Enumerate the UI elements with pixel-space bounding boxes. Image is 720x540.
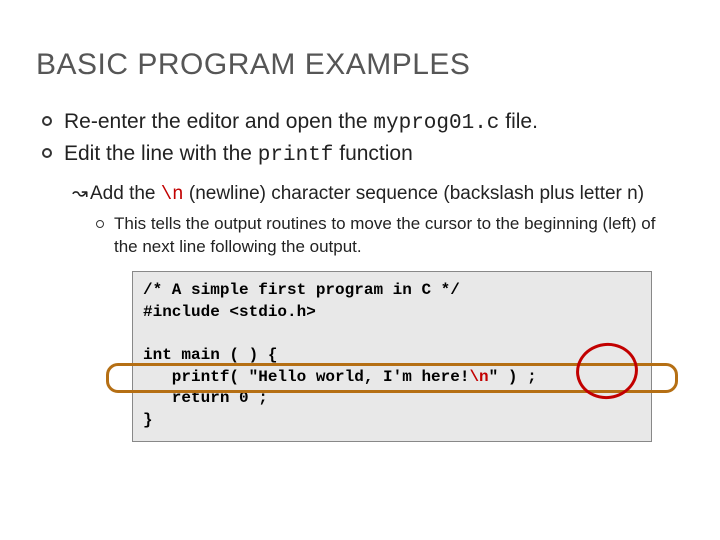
sub-bullet: ↝Add the \n (newline) character sequence…: [72, 181, 676, 208]
bullet-list-level3: This tells the output routines to move t…: [96, 213, 676, 259]
slide: BASIC PROGRAM EXAMPLES Re-enter the edit…: [0, 0, 720, 540]
code-line-2: #include <stdio.h>: [143, 303, 316, 321]
bullet-item-1: Re-enter the editor and open the myprog0…: [42, 108, 676, 138]
arrow-icon: ↝: [72, 181, 90, 207]
subsub-text: This tells the output routines to move t…: [114, 214, 655, 256]
bullet1-text-pre: Re-enter the editor and open the: [64, 110, 373, 133]
code-line-6: return 0 ;: [143, 389, 268, 407]
code-line-5c: " ) ;: [489, 368, 537, 386]
code-line-5a: printf( "Hello world, I'm here!: [143, 368, 469, 386]
sub-code: \n: [161, 183, 184, 205]
code-block-wrap: /* A simple first program in C */ #inclu…: [132, 271, 652, 442]
slide-title: BASIC PROGRAM EXAMPLES: [36, 48, 676, 82]
bullet2-code: printf: [258, 144, 334, 167]
code-line-1: /* A simple first program in C */: [143, 281, 460, 299]
bullet1-code: myprog01.c: [373, 112, 499, 135]
subsub-item: This tells the output routines to move t…: [96, 213, 676, 259]
bullet-list-level1: Re-enter the editor and open the myprog0…: [42, 108, 676, 171]
sub-text-pre: Add the: [90, 183, 161, 204]
bullet1-text-post: file.: [499, 110, 538, 133]
code-line-7: }: [143, 411, 153, 429]
bullet2-text-pre: Edit the line with the: [64, 142, 258, 165]
code-line-5b: \n: [469, 368, 488, 386]
bullet-item-2: Edit the line with the printf function: [42, 140, 676, 170]
bullet2-text-post: function: [333, 142, 412, 165]
sub-text-post: (newline) character sequence (backslash …: [184, 183, 644, 204]
code-line-4: int main ( ) {: [143, 346, 277, 364]
code-block: /* A simple first program in C */ #inclu…: [132, 271, 652, 442]
